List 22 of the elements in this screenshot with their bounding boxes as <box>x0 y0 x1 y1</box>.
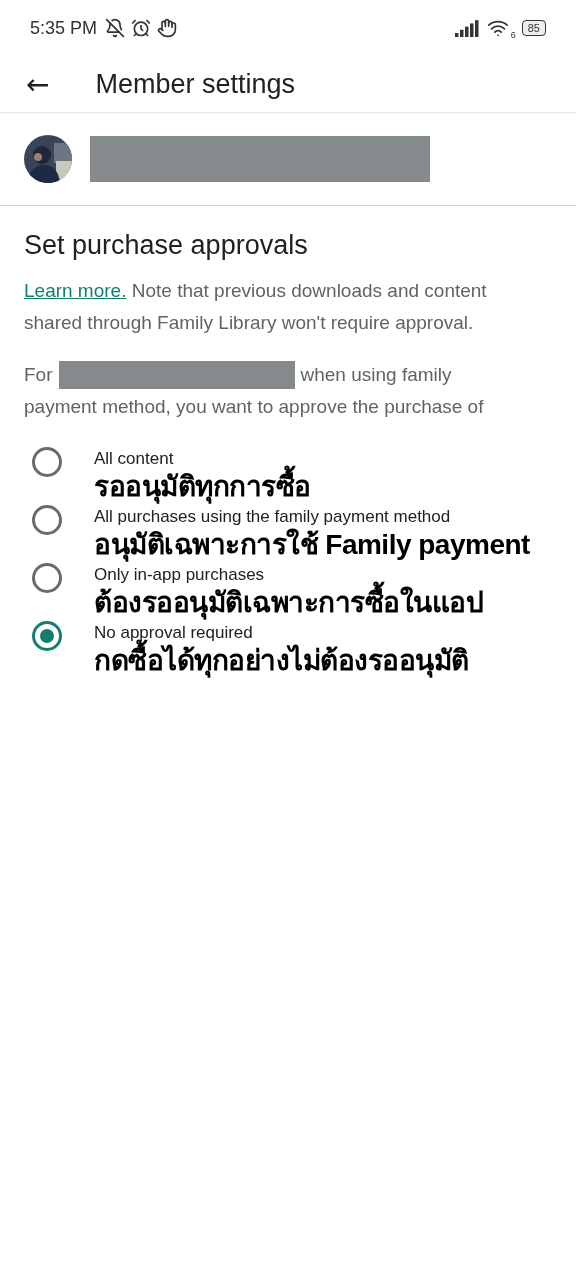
description-text: when using family <box>300 363 452 387</box>
bell-off-icon <box>105 18 126 38</box>
alarm-clock-icon <box>131 18 152 38</box>
option-label: No approval required <box>94 623 253 642</box>
back-button[interactable]: ← <box>20 67 56 101</box>
screen-title: Member settings <box>95 68 296 100</box>
radio-button[interactable] <box>32 447 62 477</box>
option-label: Only in-app purchases <box>94 565 265 584</box>
description-text: payment method, you want to approve the purchase of <box>24 395 485 419</box>
signal-icon <box>454 19 481 37</box>
approval-note: Learn more. Note that previous downloads and content shared through Family Library won't require approval. <box>24 279 488 335</box>
status-time: 5:35 PM <box>30 17 98 39</box>
option-caption: อนุมัติเฉพาะการใช้ Family payment <box>94 527 530 564</box>
learn-more-link[interactable]: Learn more. <box>24 280 127 301</box>
battery-indicator: 85 <box>521 20 546 36</box>
section-title: Set purchase approvals <box>24 230 309 261</box>
radio-button[interactable] <box>32 563 62 593</box>
description-text: For <box>24 363 53 387</box>
radio-button[interactable] <box>32 621 62 651</box>
radio-button[interactable] <box>32 505 62 535</box>
wifi-label: 6 <box>510 30 516 40</box>
hand-icon <box>157 18 178 38</box>
